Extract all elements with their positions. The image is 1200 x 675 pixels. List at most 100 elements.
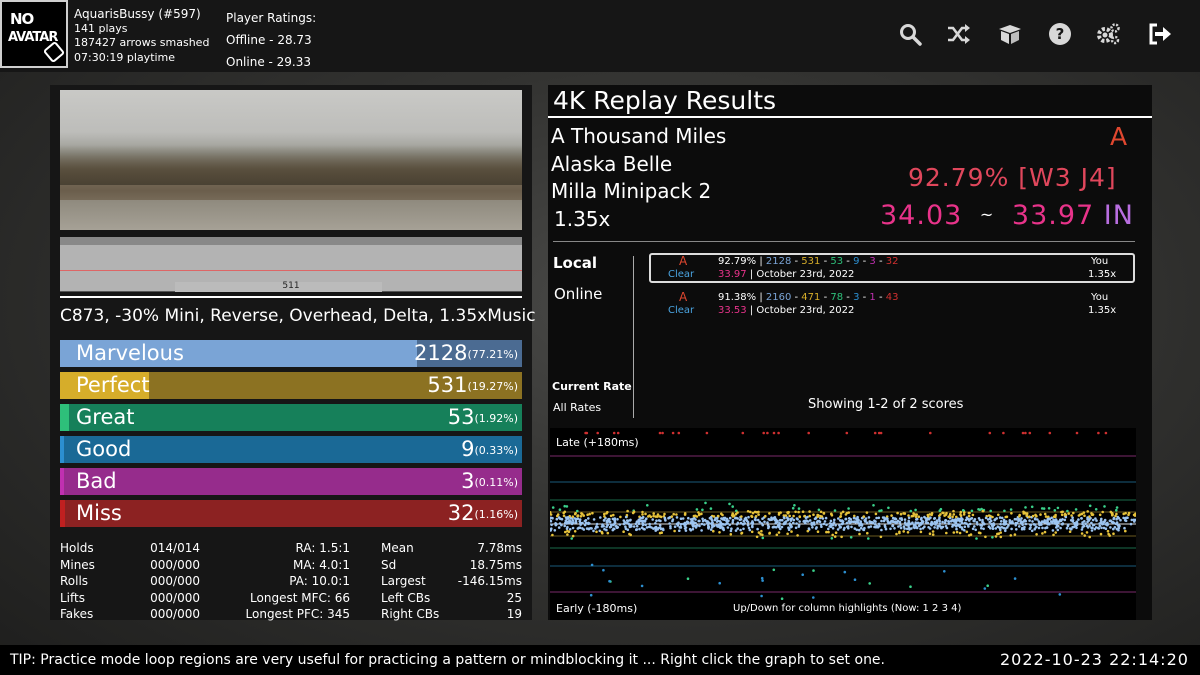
graph-tap-dot: [663, 517, 667, 521]
graph-tap-dot: [565, 527, 569, 531]
graph-tap-dot: [789, 525, 793, 529]
graph-tap-dot: [756, 518, 760, 522]
graph-tap-dot: [678, 529, 681, 532]
graph-tap-dot: [600, 530, 604, 534]
graph-tap-dot: [929, 522, 933, 526]
graph-tap-dot: [728, 502, 731, 506]
graph-tap-dot: [797, 507, 801, 510]
graph-tap-dot: [1087, 519, 1091, 522]
graph-tap-dot: [767, 525, 771, 529]
offset-graph[interactable]: Late (+180ms) Early (-180ms) Up/Down for…: [548, 428, 1138, 620]
skillset-label: IN: [1103, 200, 1134, 231]
graph-tap-dot: [965, 530, 969, 534]
graph-tap-dot: [753, 518, 757, 521]
graph-tap-dot: [686, 520, 689, 524]
graph-tap-dot: [959, 514, 963, 518]
graph-tap-dot: [914, 508, 917, 512]
graph-tap-dot: [1066, 509, 1069, 513]
graph-tap-dot: [1002, 518, 1006, 522]
graph-tap-dot: [1090, 521, 1093, 525]
graph-tap-dot: [902, 525, 906, 528]
graph-tap-dot: [1020, 527, 1024, 531]
graph-tap-dot: [736, 521, 740, 525]
graph-outlier-dot: [1058, 593, 1062, 596]
grade: A: [1110, 122, 1128, 151]
graph-tap-dot: [1013, 533, 1017, 536]
graph-tap-dot: [880, 528, 883, 532]
graph-outlier-dot: [812, 569, 815, 572]
settings-icon[interactable]: [1094, 20, 1122, 48]
graph-tap-dot: [1035, 514, 1038, 518]
graph-tap-dot: [721, 513, 724, 517]
graph-tap-dot: [955, 527, 958, 531]
graph-tap-dot: [1054, 518, 1058, 522]
graph-tap-dot: [608, 520, 611, 523]
graph-tap-dot: [926, 521, 930, 525]
search-icon[interactable]: [896, 20, 924, 48]
graph-tap-dot: [955, 530, 959, 534]
graph-tap-dot: [777, 523, 781, 527]
filter-current-rate[interactable]: Current Rate: [552, 380, 632, 393]
msd-line: 34.03 ~ 33.97 IN: [880, 200, 1134, 231]
shuffle-icon[interactable]: [944, 20, 972, 48]
graph-miss-dot: [671, 431, 675, 435]
graph-tap-dot: [554, 523, 558, 527]
tab-online[interactable]: Online: [554, 285, 602, 303]
graph-tap-dot: [945, 531, 948, 535]
package-icon[interactable]: [996, 20, 1024, 48]
graph-tap-dot: [912, 525, 916, 529]
graph-outlier-dot: [608, 579, 611, 583]
graph-tap-dot: [916, 521, 920, 525]
graph-tap-dot: [730, 527, 733, 530]
graph-tap-dot: [905, 527, 909, 531]
graph-tap-dot: [1041, 526, 1044, 530]
graph-tap-dot: [964, 518, 968, 522]
graph-tap-dot: [558, 508, 562, 511]
graph-tap-dot: [1004, 529, 1007, 533]
graph-tap-dot: [971, 513, 975, 517]
graph-tap-dot: [928, 532, 932, 535]
graph-tap-dot: [557, 516, 561, 519]
graph-tap-dot: [891, 516, 895, 520]
graph-tap-dot: [638, 527, 641, 531]
graph-tap-dot: [736, 527, 739, 530]
graph-tap-dot: [1127, 513, 1130, 516]
graph-tap-dot: [905, 523, 909, 527]
graph-tap-dot: [628, 525, 632, 529]
graph-tap-dot: [1009, 508, 1013, 511]
help-icon[interactable]: ?: [1046, 20, 1074, 48]
graph-tap-dot: [626, 528, 630, 531]
graph-tap-dot: [707, 525, 711, 529]
graph-tap-dot: [673, 529, 676, 533]
graph-tap-dot: [1088, 504, 1092, 508]
graph-tap-dot: [548, 511, 552, 514]
stat-value: 000/000: [150, 557, 200, 572]
graph-tap-dot: [761, 536, 765, 540]
tab-local[interactable]: Local: [553, 254, 597, 272]
avatar[interactable]: NO AVATAR: [0, 0, 68, 68]
graph-tap-dot: [563, 504, 566, 508]
graph-tap-dot: [1052, 533, 1055, 537]
graph-tap-dot: [794, 526, 798, 530]
graph-tap-dot: [1090, 529, 1094, 532]
graph-tap-dot: [1040, 523, 1043, 526]
graph-tap-dot: [833, 535, 837, 538]
graph-tap-dot: [815, 520, 819, 524]
graph-tap-dot: [910, 514, 914, 518]
exit-icon[interactable]: [1146, 20, 1174, 48]
graph-tap-dot: [747, 515, 750, 519]
score-entry-grade: A: [679, 254, 688, 268]
graph-tap-dot: [1068, 527, 1072, 530]
graph-tap-dot: [603, 512, 606, 516]
graph-tap-dot: [1038, 521, 1041, 524]
score-entry-clear: Clear: [668, 305, 695, 316]
graph-tap-dot: [757, 531, 761, 534]
graph-tap-dot: [873, 519, 876, 522]
graph-tap-dot: [860, 524, 864, 527]
graph-tap-dot: [768, 532, 771, 535]
filter-all-rates[interactable]: All Rates: [553, 401, 601, 414]
player-info: AquarisBussy (#597) 141 plays 187427 arr…: [74, 7, 209, 65]
graph-tap-dot: [757, 510, 760, 514]
score-entry-ssr-date: 33.53 | October 23rd, 2022: [718, 304, 854, 317]
graph-tap-dot: [816, 513, 819, 517]
